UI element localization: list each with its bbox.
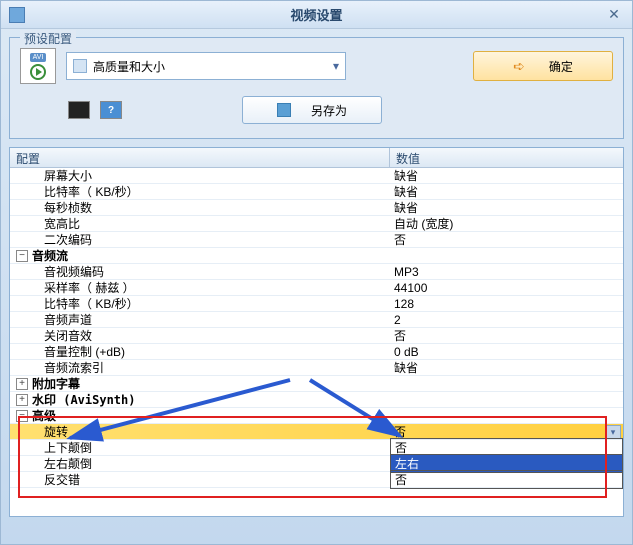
fieldset-label: 预设配置 [20,30,76,47]
arrow-right-icon: ➪ [513,58,525,75]
table-header: 配置 数值 [10,148,623,168]
table-row[interactable]: 反交错 否 [10,472,623,488]
row-label: 高级 [32,407,56,424]
expand-icon[interactable]: + [16,378,28,390]
table-row[interactable]: 音视频编码 MP3 [10,264,623,280]
preset-fieldset: 预设配置 AVI 高质量和大小 ▾ ➪ 确定 ? 另 [9,37,624,139]
row-value: 自动 (宽度) [390,215,623,232]
disk-icon [277,103,291,117]
row-label: 音频流 [32,247,68,264]
header-value: 数值 [390,148,623,167]
avi-format-icon: AVI [20,48,56,84]
row-label: 水印 (AviSynth) [32,391,135,408]
row-value: 缺省 [390,359,623,376]
titlebar: 视频设置 ✕ [1,1,632,29]
row-label: 比特率（ KB/秒） [16,183,139,200]
row-value: 否 [390,327,623,344]
row-value: MP3 [390,265,623,279]
row-value: 128 [390,297,623,311]
table-row[interactable]: 比特率（ KB/秒） 缺省 [10,184,623,200]
row-label: 音频流索引 [16,359,104,376]
row-value: 否 [390,231,623,248]
close-button[interactable]: ✕ [604,5,624,23]
expand-icon[interactable]: + [16,394,28,406]
row-label: 左右颠倒 [16,455,92,472]
table-row[interactable]: −高级 [10,408,623,424]
table-row[interactable]: 音频声道 2 [10,312,623,328]
row-label: 比特率（ KB/秒） [16,295,139,312]
row-label: 音量控制 (+dB) [16,343,125,360]
dialog-window: 视频设置 ✕ 预设配置 AVI 高质量和大小 ▾ ➪ 确定 ? [0,0,633,545]
row-label: 采样率（ 赫兹 ） [16,279,135,296]
app-icon [9,7,25,23]
table-row[interactable]: 关闭音效 否 [10,328,623,344]
collapse-icon[interactable]: − [16,410,28,422]
row-label: 音频声道 [16,311,92,328]
table-row[interactable]: 音频流索引 缺省 [10,360,623,376]
row-label: 反交错 [16,471,80,488]
preset-dropdown[interactable]: 高质量和大小 ▾ [66,52,346,80]
row-label: 旋转 [16,423,68,440]
ok-button[interactable]: ➪ 确定 [473,51,613,81]
preset-value: 高质量和大小 [93,58,165,75]
table-row[interactable]: 二次编码 否 [10,232,623,248]
table-row[interactable]: + 水印 (AviSynth) [10,392,623,408]
row-label: 音视频编码 [16,263,104,280]
help-icon[interactable]: ? [100,101,122,119]
row-label: 屏幕大小 [16,167,92,184]
row-value: 否 [390,470,623,489]
play-icon [30,64,46,80]
table-row[interactable]: 采样率（ 赫兹 ） 44100 [10,280,623,296]
chevron-down-icon[interactable]: ▾ [605,425,621,439]
table-row[interactable]: + 附加字幕 [10,376,623,392]
settings-table: 配置 数值 屏幕大小缺省比特率（ KB/秒）缺省每秒桢数缺省宽高比自动 (宽度)… [9,147,624,517]
row-value: 2 [390,313,623,327]
row-label: 上下颠倒 [16,439,92,456]
document-icon [73,59,87,73]
console-icon[interactable] [68,101,90,119]
save-as-button[interactable]: 另存为 [242,96,382,124]
table-row[interactable]: −音频流 [10,248,623,264]
table-body: 屏幕大小缺省比特率（ KB/秒）缺省每秒桢数缺省宽高比自动 (宽度)二次编码否−… [10,168,623,488]
chevron-down-icon: ▾ [333,59,339,73]
row-label: 每秒桢数 [16,199,92,216]
header-config: 配置 [10,148,390,167]
row-value: 44100 [390,281,623,295]
row-label: 附加字幕 [32,375,80,392]
row-label: 关闭音效 [16,327,92,344]
row-value: 缺省 [390,167,623,184]
collapse-icon[interactable]: − [16,250,28,262]
row-value: 缺省 [390,199,623,216]
table-row[interactable]: 每秒桢数 缺省 [10,200,623,216]
table-row[interactable]: 比特率（ KB/秒） 128 [10,296,623,312]
row-label: 二次编码 [16,231,92,248]
table-row[interactable]: 屏幕大小 缺省 [10,168,623,184]
table-row[interactable]: 宽高比 自动 (宽度) [10,216,623,232]
row-value: 缺省 [390,183,623,200]
window-title: 视频设置 [290,5,342,24]
row-label: 宽高比 [16,215,80,232]
row-value: 0 dB [390,345,623,359]
table-row[interactable]: 音量控制 (+dB) 0 dB [10,344,623,360]
